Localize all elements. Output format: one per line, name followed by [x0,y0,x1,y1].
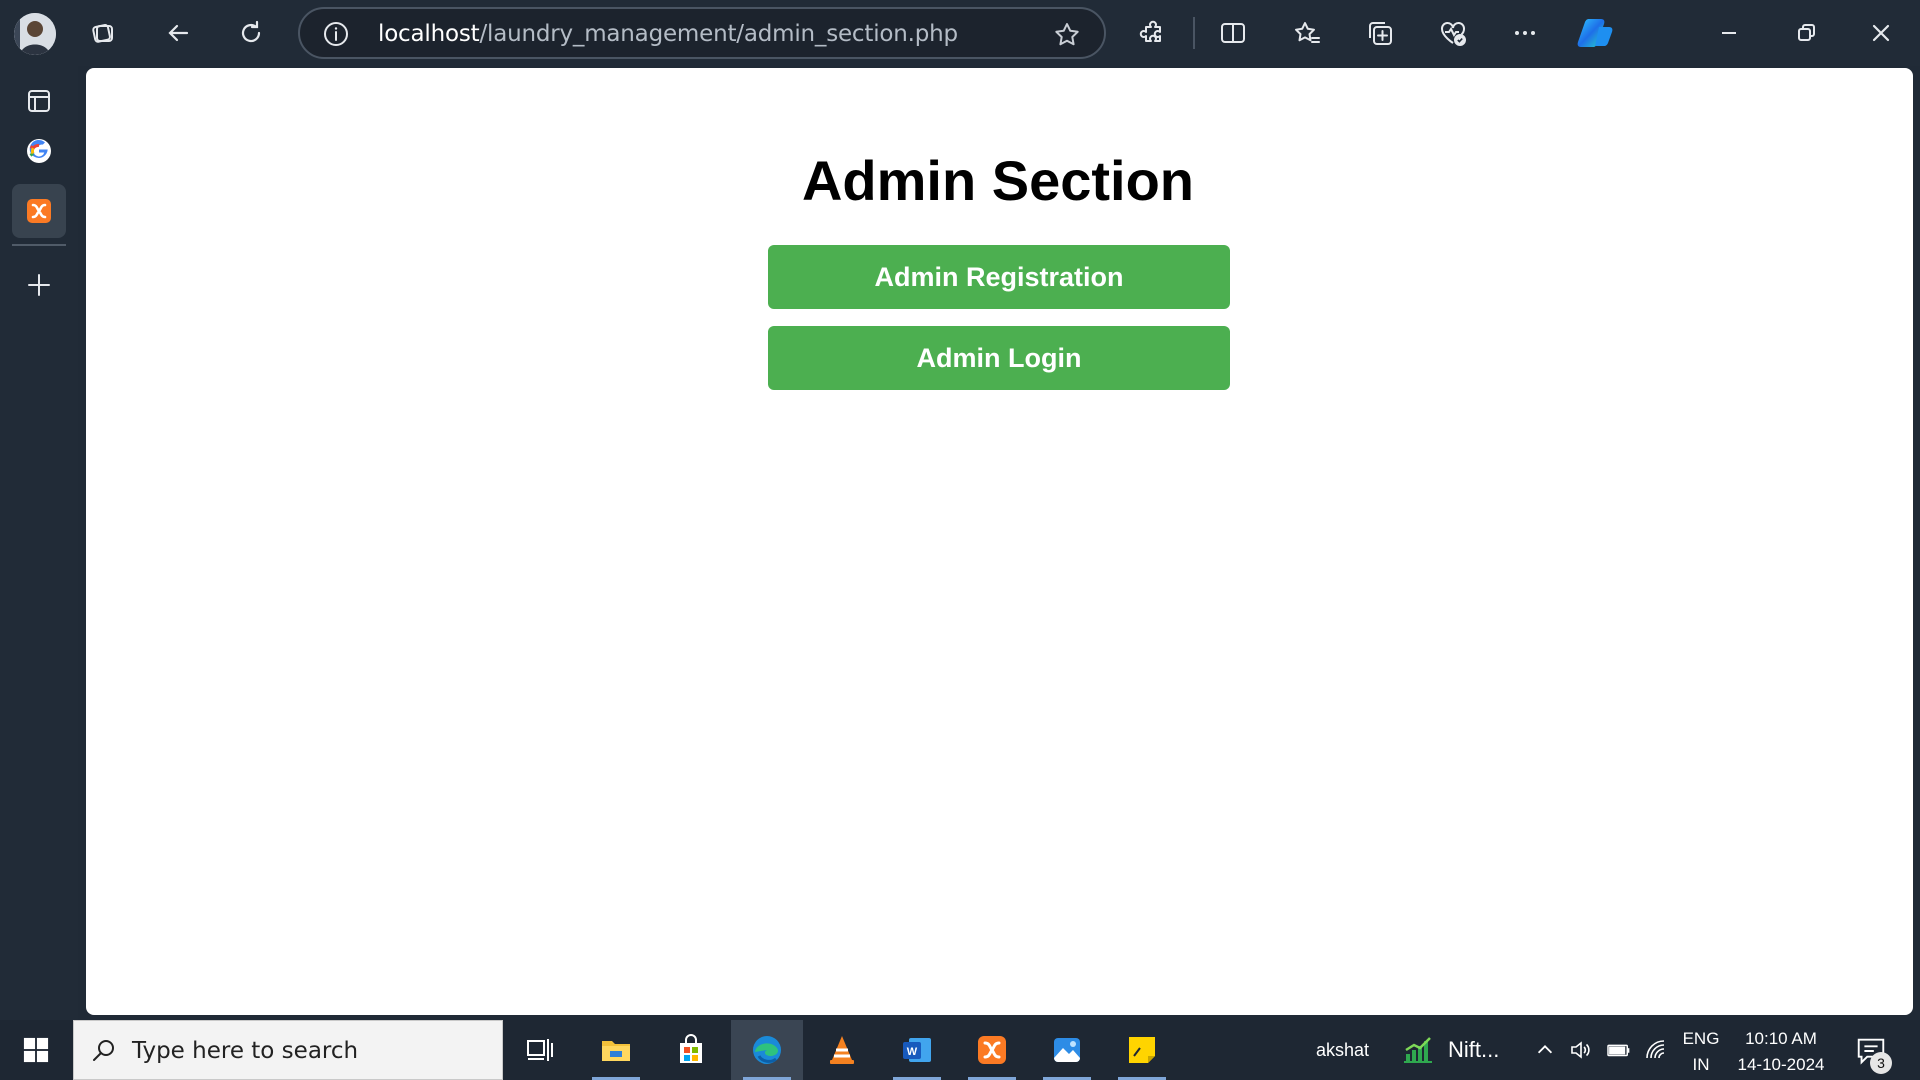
copilot-icon[interactable] [1570,10,1620,56]
user-label[interactable]: akshat [1316,1020,1369,1080]
stock-widget[interactable]: Nift... [1400,1020,1499,1080]
language-indicator[interactable]: ENG IN [1676,1026,1726,1078]
more-menu-icon[interactable] [1502,10,1548,56]
volume-icon[interactable] [1568,1020,1592,1080]
edge-icon[interactable] [731,1020,803,1080]
stock-label: Nift... [1448,1037,1500,1062]
file-explorer-icon[interactable] [580,1020,652,1080]
word-icon[interactable]: W [881,1020,953,1080]
stock-chart-icon [1404,1037,1432,1063]
battery-icon[interactable] [1606,1020,1632,1080]
address-bar[interactable]: localhost/laundry_management/admin_secti… [298,7,1106,59]
info-icon[interactable] [322,20,350,48]
collections-icon[interactable] [1357,10,1403,56]
favorite-star-icon[interactable] [1052,20,1082,50]
language-code: ENG [1682,1029,1720,1048]
profile-avatar[interactable] [14,13,56,55]
xampp-tab-icon[interactable] [12,184,66,238]
task-view-icon[interactable] [504,1020,576,1080]
clock-time: 10:10 AM [1745,1029,1817,1048]
search-placeholder: Type here to search [132,1038,359,1064]
extensions-icon[interactable] [1130,10,1176,56]
windows-start-icon[interactable] [0,1020,72,1080]
notification-icon[interactable]: 3 [1854,1034,1892,1074]
wifi-icon[interactable] [1644,1020,1668,1080]
region-code: IN [1692,1055,1710,1074]
refresh-icon[interactable] [228,10,274,56]
new-tab-plus-icon[interactable] [12,258,66,312]
vertical-tabs-icon[interactable] [12,74,66,128]
admin-registration-button[interactable]: Admin Registration [768,245,1230,309]
tabs-icon[interactable] [80,10,126,56]
page-viewport: Admin Section Admin Registration Admin L… [86,68,1913,1015]
notification-count: 3 [1870,1052,1892,1074]
minimize-icon[interactable] [1706,10,1752,56]
vlc-icon[interactable] [806,1020,878,1080]
xampp-icon[interactable] [956,1020,1028,1080]
taskbar-search-box[interactable]: Type here to search [73,1020,503,1080]
page-title: Admin Section [801,149,1195,212]
microsoft-store-icon[interactable] [655,1020,727,1080]
search-icon [93,1040,114,1061]
clock-date: 14-10-2024 [1737,1055,1825,1074]
back-arrow-icon[interactable] [155,10,201,56]
close-icon[interactable] [1858,10,1904,56]
url-text[interactable]: localhost/laundry_management/admin_secti… [378,21,958,47]
split-screen-icon[interactable] [1210,10,1256,56]
url-path: /laundry_management/admin_section.php [479,21,958,47]
toolbar-divider [1193,17,1195,49]
svg-text:W: W [907,1046,918,1058]
google-tab-icon[interactable] [12,124,66,178]
browser-toolbar: localhost/laundry_management/admin_secti… [0,0,1920,66]
rail-divider [12,244,66,246]
chevron-up-icon[interactable] [1534,1020,1556,1080]
browser-essentials-icon[interactable] [1430,10,1476,56]
admin-login-button[interactable]: Admin Login [768,326,1230,390]
windows-taskbar: Type here to search W akshat Nift... ENG… [0,1020,1920,1080]
system-clock[interactable]: 10:10 AM 14-10-2024 [1726,1026,1836,1078]
vertical-tab-rail [0,66,78,1021]
favorites-icon[interactable] [1284,10,1330,56]
url-host: localhost [378,21,480,47]
photos-icon[interactable] [1031,1020,1103,1080]
sticky-notes-icon[interactable] [1106,1020,1178,1080]
restore-icon[interactable] [1783,10,1829,56]
